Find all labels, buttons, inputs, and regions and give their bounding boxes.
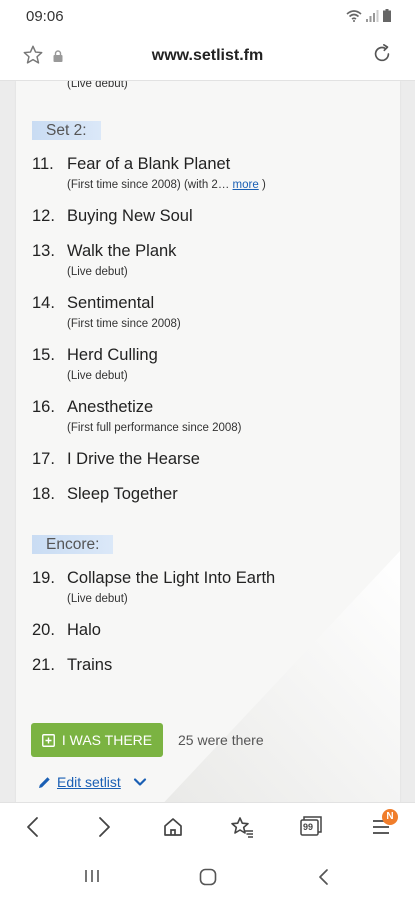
bookmarks-icon[interactable] [230,816,254,838]
song-note-text: (First time since 2008) (with 2… [67,179,230,191]
back-nav-icon[interactable] [317,868,329,886]
recent-apps-icon[interactable] [84,868,100,884]
attendance-count: 25 were there [178,732,264,748]
song-title[interactable]: Trains [67,656,112,674]
song-row[interactable]: 20. Halo [32,621,101,640]
song-number: 19. [32,569,55,587]
page-content: (Live debut) Set 2: 11. Fear of a Blank P… [0,81,415,802]
i-was-there-button[interactable]: I WAS THERE [31,723,163,757]
encore-label: Encore: [32,535,114,554]
song-title[interactable]: Walk the Plank [67,242,176,260]
wifi-icon [346,10,362,22]
notification-badge: N [382,809,398,825]
system-nav-bar [0,852,415,900]
tabs-button[interactable]: 99 [300,816,322,836]
song-note: (Live debut) [67,81,128,90]
browser-url-bar: www.setlist.fm [0,32,415,81]
song-row[interactable]: 16. Anesthetize [32,398,153,417]
song-title[interactable]: Collapse the Light Into Earth [67,569,275,587]
song-row[interactable]: 15. Herd Culling [32,346,158,365]
i-was-there-label: I WAS THERE [61,732,153,748]
song-number: 11. [32,155,54,173]
pencil-icon [39,776,50,788]
song-title[interactable]: Fear of a Blank Planet [67,155,230,173]
song-number: 15. [32,346,55,364]
song-number: 18. [32,485,55,503]
song-number: 20. [32,621,55,639]
edit-setlist-link[interactable]: Edit setlist [38,774,147,790]
song-row[interactable]: 19. Collapse the Light Into Earth [32,569,275,588]
song-number: 17. [32,450,55,468]
chevron-down-icon[interactable] [133,777,147,787]
song-row[interactable]: 12. Buying New Soul [32,207,193,226]
song-row[interactable]: 11. Fear of a Blank Planet [32,155,230,174]
set-2-label: Set 2: [32,121,101,140]
song-title[interactable]: Herd Culling [67,346,158,364]
tab-count: 99 [303,822,314,832]
song-number: 21. [32,656,55,674]
song-title[interactable]: Halo [67,621,101,639]
status-icons [346,9,391,22]
song-title[interactable]: Sentimental [67,294,154,312]
song-number: 13. [32,242,55,260]
song-note: (First time since 2008) (with 2… more ) [67,179,266,191]
song-note: (Live debut) [67,370,128,382]
song-note: (Live debut) [67,266,128,278]
song-title[interactable]: I Drive the Hearse [67,450,200,468]
song-row[interactable]: 18. Sleep Together [32,485,178,504]
menu-button[interactable]: N [372,809,398,834]
song-note: (Live debut) [67,593,128,605]
song-row[interactable]: 13. Walk the Plank [32,242,176,261]
forward-icon[interactable] [96,816,112,838]
song-row[interactable]: 14. Sentimental [32,294,154,313]
song-row[interactable]: 21. Trains [32,656,112,675]
signal-icon [366,10,379,22]
reload-icon[interactable] [371,43,393,65]
browser-toolbar: 99 N [0,802,415,853]
status-bar: 09:06 [0,0,415,32]
song-title[interactable]: Anesthetize [67,398,153,416]
battery-icon [383,9,391,22]
edit-setlist-label: Edit setlist [57,774,121,790]
song-number: 16. [32,398,55,416]
back-icon[interactable] [25,816,41,838]
song-note: (First full performance since 2008) [67,422,242,434]
song-row[interactable]: 17. I Drive the Hearse [32,450,200,469]
song-title[interactable]: Buying New Soul [67,207,193,225]
plus-box-icon [41,733,55,747]
song-title[interactable]: Sleep Together [67,485,178,503]
song-note-close: ) [261,179,266,191]
setlist-card: (Live debut) Set 2: 11. Fear of a Blank P… [16,81,400,802]
more-link[interactable]: more [233,179,259,191]
home-nav-icon[interactable] [199,868,217,886]
url-text[interactable]: www.setlist.fm [0,47,415,65]
song-number: 14. [32,294,55,312]
status-time: 09:06 [26,8,64,25]
song-number: 12. [32,207,55,225]
home-icon[interactable] [163,816,183,838]
song-note: (First time since 2008) [67,318,181,330]
